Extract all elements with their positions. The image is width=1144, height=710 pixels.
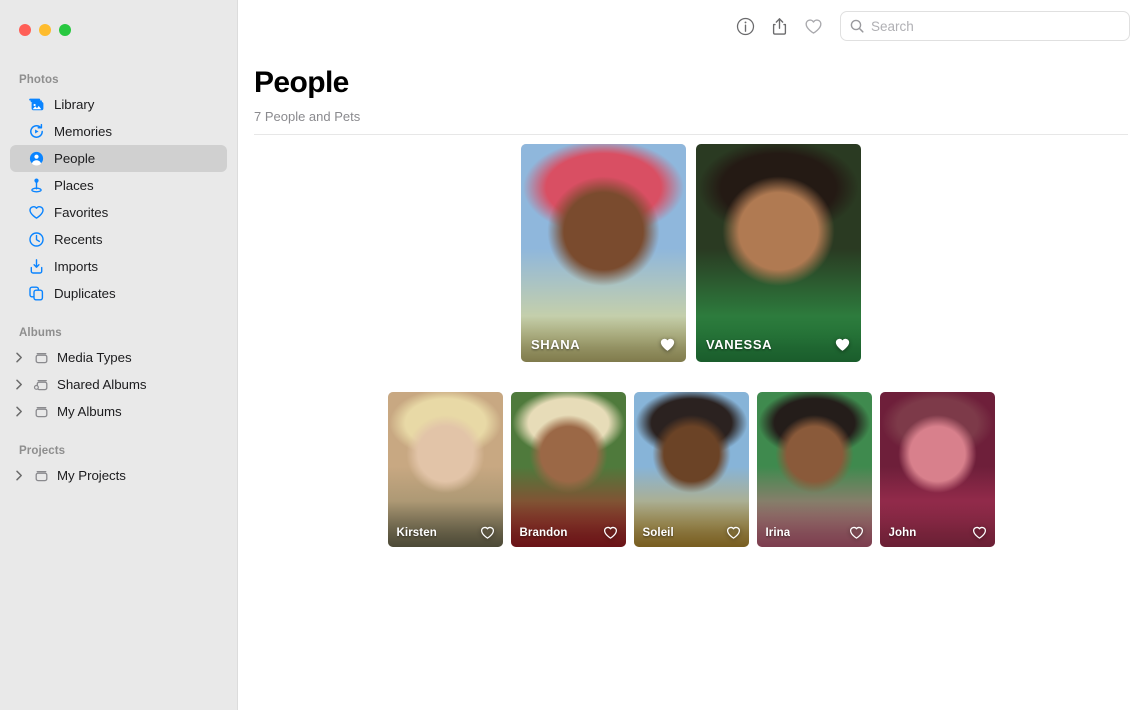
sidebar-item-label: Shared Albums <box>57 377 147 392</box>
sidebar-section-photos: Photos Library <box>0 74 237 307</box>
memories-icon <box>28 123 45 140</box>
sidebar-item-label: Imports <box>54 259 98 274</box>
sidebar-item-places[interactable]: Places <box>10 172 227 199</box>
maximize-window-button[interactable] <box>59 24 71 36</box>
main-content: People 7 People and Pets SHANA VANESSA Ki… <box>238 0 1144 710</box>
person-name: SHANA <box>531 337 580 352</box>
favorite-button[interactable] <box>796 11 830 41</box>
info-button[interactable] <box>728 11 762 41</box>
photos-window: Photos Library <box>0 0 1144 710</box>
library-icon <box>28 96 45 113</box>
album-icon <box>33 403 50 420</box>
chevron-right-icon[interactable] <box>13 351 26 364</box>
people-icon <box>28 150 45 167</box>
person-tile[interactable]: VANESSA <box>696 144 861 362</box>
sidebar-item-label: Recents <box>54 232 102 247</box>
sidebar-item-label: Places <box>54 178 94 193</box>
favorite-filled-icon[interactable] <box>659 336 676 353</box>
toolbar <box>238 0 1144 52</box>
person-name: John <box>889 527 917 539</box>
sidebar-item-label: My Albums <box>57 404 122 419</box>
person-tile[interactable]: John <box>880 392 995 547</box>
label-scrim <box>757 501 872 547</box>
label-scrim <box>634 501 749 547</box>
person-tile[interactable]: Irina <box>757 392 872 547</box>
favorite-outline-icon[interactable] <box>480 525 495 540</box>
chevron-right-icon[interactable] <box>13 405 26 418</box>
sidebar-item-my-projects[interactable]: My Projects <box>10 462 227 489</box>
sidebar-item-media-types[interactable]: Media Types <box>10 344 227 371</box>
sidebar-nav-projects: My Projects <box>0 462 237 489</box>
label-scrim <box>511 501 626 547</box>
traffic-lights <box>0 0 237 52</box>
heart-icon <box>28 204 45 221</box>
chevron-right-icon[interactable] <box>13 378 26 391</box>
clock-icon <box>28 231 45 248</box>
sidebar-item-label: People <box>54 151 95 166</box>
sidebar-item-people[interactable]: People <box>10 145 227 172</box>
minimize-window-button[interactable] <box>39 24 51 36</box>
featured-people-grid: SHANA VANESSA <box>254 135 1128 362</box>
close-window-button[interactable] <box>19 24 31 36</box>
people-page: People 7 People and Pets SHANA VANESSA Ki… <box>238 52 1144 547</box>
sidebar-item-label: Memories <box>54 124 112 139</box>
page-title: People <box>254 52 1128 99</box>
sidebar-item-recents[interactable]: Recents <box>10 226 227 253</box>
search-icon <box>850 19 864 33</box>
person-name: VANESSA <box>706 337 772 352</box>
chevron-right-icon[interactable] <box>13 469 26 482</box>
person-name: Irina <box>766 527 791 539</box>
person-tile[interactable]: Kirsten <box>388 392 503 547</box>
sidebar-item-imports[interactable]: Imports <box>10 253 227 280</box>
favorite-outline-icon[interactable] <box>849 525 864 540</box>
sidebar-item-label: Favorites <box>54 205 108 220</box>
section-header-albums: Albums <box>0 327 237 344</box>
sidebar-item-my-albums[interactable]: My Albums <box>10 398 227 425</box>
sidebar-item-label: My Projects <box>57 468 126 483</box>
album-icon <box>33 467 50 484</box>
duplicates-icon <box>28 285 45 302</box>
person-tile[interactable]: SHANA <box>521 144 686 362</box>
favorite-outline-icon[interactable] <box>726 525 741 540</box>
sidebar-item-label: Duplicates <box>54 286 116 301</box>
sidebar-item-library[interactable]: Library <box>10 91 227 118</box>
search-field[interactable] <box>840 11 1130 41</box>
sidebar-item-favorites[interactable]: Favorites <box>10 199 227 226</box>
label-scrim <box>880 501 995 547</box>
sidebar-item-duplicates[interactable]: Duplicates <box>10 280 227 307</box>
section-header-projects: Projects <box>0 445 237 462</box>
sidebar-item-shared-albums[interactable]: Shared Albums <box>10 371 227 398</box>
people-grid: Kirsten Brandon Soleil Irina John <box>254 362 1128 547</box>
person-name: Kirsten <box>397 527 437 539</box>
share-button[interactable] <box>762 11 796 41</box>
favorite-filled-icon[interactable] <box>834 336 851 353</box>
person-name: Brandon <box>520 527 568 539</box>
places-icon <box>28 177 45 194</box>
shared-album-icon <box>33 376 50 393</box>
album-icon <box>33 349 50 366</box>
sidebar-item-label: Library <box>54 97 94 112</box>
favorite-outline-icon[interactable] <box>972 525 987 540</box>
person-tile[interactable]: Soleil <box>634 392 749 547</box>
page-subtitle: 7 People and Pets <box>254 99 1128 124</box>
sidebar-section-projects: Projects My Projects <box>0 445 237 489</box>
sidebar-nav-photos: Library Memories <box>0 91 237 307</box>
person-tile[interactable]: Brandon <box>511 392 626 547</box>
person-name: Soleil <box>643 527 674 539</box>
label-scrim <box>388 501 503 547</box>
favorite-outline-icon[interactable] <box>603 525 618 540</box>
search-input[interactable] <box>871 19 1120 34</box>
sidebar-item-label: Media Types <box>57 350 132 365</box>
sidebar-nav-albums: Media Types Sha <box>0 344 237 425</box>
sidebar-item-memories[interactable]: Memories <box>10 118 227 145</box>
import-icon <box>28 258 45 275</box>
section-header-photos: Photos <box>0 74 237 91</box>
sidebar: Photos Library <box>0 0 238 710</box>
sidebar-section-albums: Albums Media Types <box>0 327 237 425</box>
